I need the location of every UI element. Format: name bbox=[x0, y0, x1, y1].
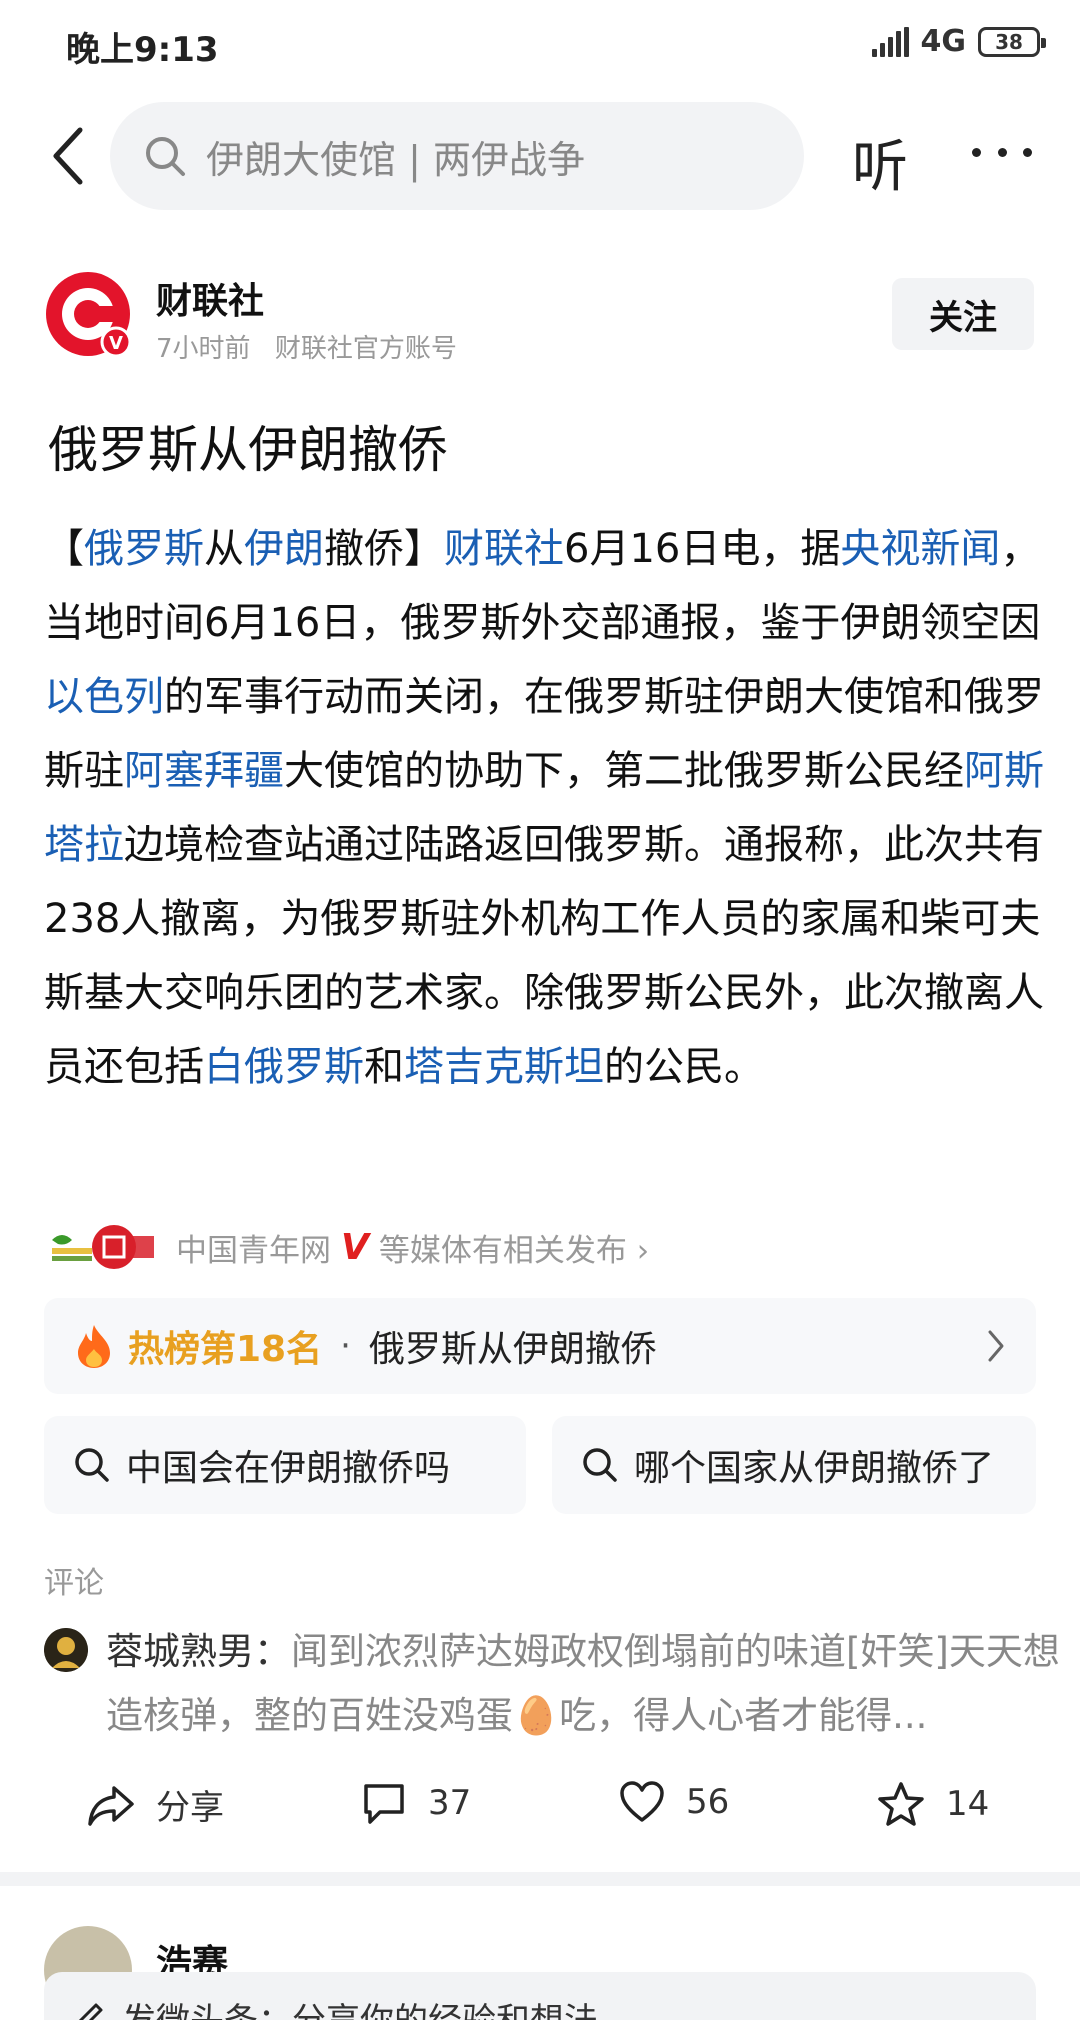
author-row: V 财联社 7小时前 财联社官方账号 关注 bbox=[0, 266, 1080, 370]
flame-icon bbox=[78, 1325, 110, 1368]
article-link[interactable]: 伊朗 bbox=[244, 526, 324, 572]
follow-button[interactable]: 关注 bbox=[892, 278, 1034, 350]
chevron-left-icon bbox=[53, 127, 83, 185]
article-link[interactable]: 白俄罗斯 bbox=[204, 1044, 364, 1090]
search-input[interactable]: 伊朗大使馆 | 两伊战争 bbox=[110, 102, 804, 210]
source-name: 中国青年网 bbox=[176, 1232, 331, 1269]
source-suffix: 等媒体有相关发布 › bbox=[378, 1232, 650, 1269]
star-icon bbox=[878, 1782, 924, 1826]
more-options-button[interactable] bbox=[972, 122, 1032, 182]
related-search-item[interactable]: 中国会在伊朗撤侨吗 bbox=[44, 1416, 526, 1514]
related-search-item[interactable]: 哪个国家从伊朗撤侨了 bbox=[552, 1416, 1036, 1514]
search-icon bbox=[75, 1448, 109, 1482]
article-text: 和 bbox=[364, 1044, 404, 1090]
pencil-icon bbox=[78, 2003, 103, 2020]
share-button[interactable]: 分享 bbox=[86, 1780, 224, 1829]
dot bbox=[1023, 147, 1032, 157]
favorite-button[interactable]: 14 bbox=[876, 1780, 989, 1828]
article-link[interactable]: 以色列 bbox=[44, 674, 164, 720]
article-text: 6月16日电，据 bbox=[564, 526, 841, 572]
battery-icon: 38 bbox=[978, 26, 1046, 57]
author-avatar[interactable]: V bbox=[44, 270, 132, 358]
article-text: 从 bbox=[204, 526, 244, 572]
search-icon bbox=[583, 1448, 617, 1482]
hot-title: 俄罗斯从伊朗撤侨 bbox=[368, 1329, 657, 1370]
top-bar: 伊朗大使馆 | 两伊战争 听 bbox=[0, 98, 1080, 214]
share-icon bbox=[88, 1785, 134, 1826]
article-text: 的公民。 bbox=[604, 1044, 764, 1090]
heart-icon bbox=[620, 1781, 664, 1822]
article-text: 【 bbox=[44, 526, 84, 572]
hot-rank-card[interactable]: 热榜第18名 · 俄罗斯从伊朗撤侨 bbox=[44, 1298, 1036, 1394]
account-type: 财联社官方账号 bbox=[274, 334, 457, 364]
compose-bar[interactable]: 发微头条：分享你的经验和想法 bbox=[44, 1972, 1036, 2020]
favorite-count: 14 bbox=[946, 1784, 990, 1824]
article-link[interactable]: 阿塞拜疆 bbox=[124, 748, 284, 794]
related-search-text: 中国会在伊朗撤侨吗 bbox=[126, 1448, 451, 1489]
status-bar: 晚上9:13 4G 38 bbox=[0, 0, 1080, 90]
author-name[interactable]: 财联社 bbox=[156, 272, 264, 324]
comment-text: 蓉城熟男：闻到浓烈萨达姆政权倒塌前的味道[奸笑]天天想造核弹，整的百姓没鸡蛋🥚吃… bbox=[106, 1620, 1076, 1748]
source-row[interactable]: 中国青年网 V 等媒体有相关发布 › bbox=[48, 1222, 649, 1272]
article-link[interactable]: 塔吉克斯坦 bbox=[404, 1044, 604, 1090]
commenter-name[interactable]: 蓉城熟男： bbox=[106, 1630, 291, 1673]
article-title: 俄罗斯从伊朗撤侨 bbox=[48, 421, 448, 479]
dot bbox=[997, 147, 1007, 157]
compose-placeholder: 发微头条：分享你的经验和想法 bbox=[122, 1993, 598, 2020]
verified-v-icon: V bbox=[341, 1226, 369, 1268]
share-label: 分享 bbox=[156, 1788, 224, 1828]
related-search-text: 哪个国家从伊朗撤侨了 bbox=[634, 1448, 995, 1489]
separator-dot: · bbox=[340, 1326, 351, 1366]
commenter-avatar[interactable] bbox=[44, 1628, 88, 1672]
comment-button[interactable]: 37 bbox=[360, 1780, 471, 1826]
article-link[interactable]: 央视新闻 bbox=[840, 526, 1000, 572]
article-text: 撤侨】 bbox=[324, 526, 444, 572]
status-time: 晚上9:13 bbox=[66, 30, 219, 70]
action-bar: 分享 37 56 14 bbox=[0, 1770, 1080, 1850]
article-link[interactable]: 财联社 bbox=[444, 526, 564, 572]
comment-icon bbox=[364, 1784, 404, 1824]
network-label: 4G bbox=[920, 24, 967, 59]
post-time: 7小时前 bbox=[156, 334, 251, 364]
back-button[interactable] bbox=[44, 124, 92, 188]
comment-count: 37 bbox=[428, 1783, 472, 1823]
svg-text:V: V bbox=[109, 333, 123, 354]
signal-icon bbox=[871, 26, 909, 57]
search-placeholder: 伊朗大使馆 | 两伊战争 bbox=[206, 137, 585, 182]
section-divider bbox=[0, 1872, 1080, 1886]
listen-button[interactable]: 听 bbox=[852, 122, 908, 203]
status-indicators: 4G 38 bbox=[871, 24, 1046, 59]
comments-label: 评论 bbox=[44, 1566, 104, 1601]
like-count: 56 bbox=[686, 1782, 730, 1822]
article-body: 【俄罗斯从伊朗撤侨】财联社6月16日电，据央视新闻，当地时间6月16日，俄罗斯外… bbox=[44, 512, 1044, 1104]
author-meta: 7小时前 财联社官方账号 bbox=[156, 328, 457, 365]
search-icon bbox=[146, 137, 185, 176]
like-button[interactable]: 56 bbox=[618, 1780, 729, 1824]
article-link[interactable]: 俄罗斯 bbox=[84, 526, 204, 572]
dot bbox=[972, 147, 981, 157]
avatar-image bbox=[44, 1628, 88, 1672]
article-text: 大使馆的协助下，第二批俄罗斯公民经 bbox=[284, 748, 964, 794]
hot-rank-label: 热榜第18名 bbox=[128, 1329, 323, 1370]
chevron-right-icon bbox=[988, 1330, 1004, 1362]
source-logo-icon bbox=[52, 1225, 154, 1269]
